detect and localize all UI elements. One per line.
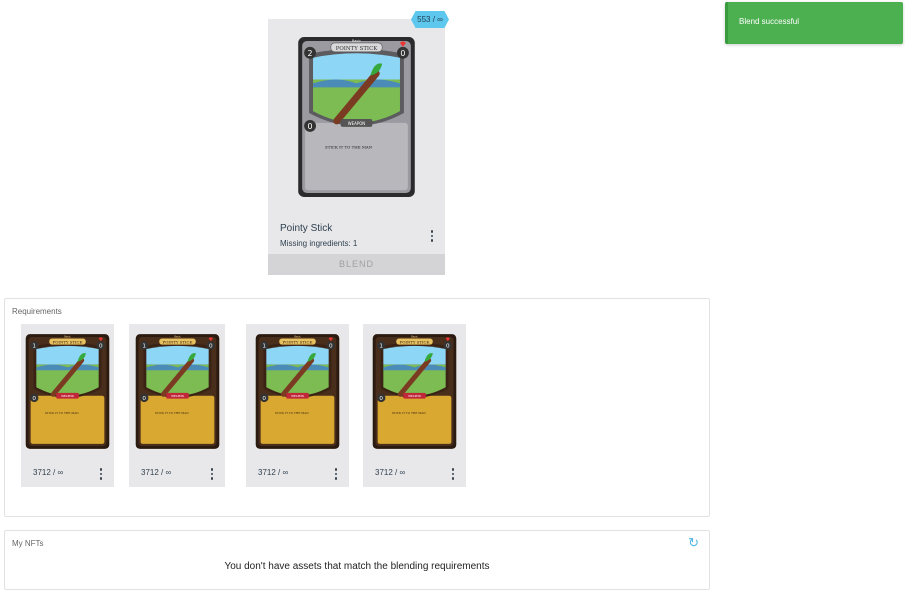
card-name: Pointy Stick — [280, 223, 333, 234]
requirements-panel: Requirements POINTY STICK Basic 1 0 0 WEAPON S… — [4, 298, 710, 517]
requirement-count: 3712 / ∞ — [33, 468, 64, 477]
card-cost-text: 0 — [308, 122, 313, 131]
card-title-text: POINTY STICK — [400, 339, 430, 344]
success-toast[interactable]: Blend successful — [725, 2, 903, 44]
requirement-card[interactable]: POINTY STICK Basic 1 0 0 WEAPON STICK IT TO TH… — [21, 324, 114, 487]
card-rarity-text: Basic — [174, 335, 181, 339]
card-rarity-text: Basic — [64, 335, 71, 339]
card-type-text: WEAPON — [171, 394, 184, 398]
blend-target-card[interactable]: POINTY STICK Basic 2 0 0 WEAPON STICK IT… — [268, 19, 445, 275]
card-health-text: 0 — [329, 344, 333, 350]
card-options-icon[interactable] — [98, 468, 104, 480]
card-artwork: POINTY STICKBasic 1 0 0 WEAPON STICK IT TO TH… — [25, 334, 110, 449]
card-health-text: 0 — [99, 344, 103, 350]
card-type-text: WEAPON — [408, 394, 421, 398]
card-cost-text: 0 — [32, 396, 36, 402]
card-attack-text: 2 — [308, 49, 313, 58]
card-health-text: 0 — [400, 49, 405, 58]
toast-message: Blend successful — [739, 17, 800, 26]
card-type-text: WEAPON — [348, 121, 366, 126]
empty-message: You don't have assets that match the ble… — [224, 561, 490, 572]
requirement-card[interactable]: POINTY STICK Basic 1 0 0 WEAPON STICK IT TO TH… — [129, 324, 225, 487]
card-rarity-text: Basic — [352, 39, 361, 43]
card-rarity-text: Basic — [294, 335, 301, 339]
card-type-text: WEAPON — [61, 394, 74, 398]
card-health-text: 0 — [209, 344, 213, 350]
card-artwork: POINTY STICKBasic 1 0 0 WEAPON STICK IT TO TH… — [372, 334, 457, 449]
card-attack-text: 1 — [142, 344, 146, 350]
card-options-icon[interactable] — [450, 468, 456, 480]
card-rarity-text: Basic — [411, 335, 418, 339]
card-attack-text: 1 — [379, 344, 383, 350]
my-nfts-panel: My NFTs ↻ You don't have assets that mat… — [4, 530, 710, 590]
card-title-text: POINTY STICK — [163, 339, 193, 344]
blend-button[interactable]: BLEND — [268, 254, 445, 275]
requirement-card[interactable]: POINTY STICK Basic 1 0 0 WEAPON STICK IT TO TH… — [363, 324, 466, 487]
card-flavor-text: STICK IT TO THE MAN — [392, 411, 426, 415]
card-flavor-text: STICK IT TO THE MAN — [325, 145, 373, 150]
mint-count-badge: 553 / ∞ — [411, 11, 449, 28]
card-flavor-text: STICK IT TO THE MAN — [155, 411, 189, 415]
card-health-text: 0 — [446, 344, 450, 350]
card-title-text: POINTY STICK — [283, 339, 313, 344]
requirement-count: 3712 / ∞ — [141, 468, 172, 477]
card-title-text: POINTY STICK — [53, 339, 83, 344]
card-options-icon[interactable] — [209, 468, 215, 480]
card-attack-text: 1 — [32, 344, 36, 350]
card-options-icon[interactable] — [429, 230, 435, 242]
card-title-text: POINTY STICK — [336, 46, 379, 52]
card-artwork: POINTY STICK Basic 2 0 0 WEAPON STICK IT… — [298, 36, 415, 198]
card-artwork: POINTY STICKBasic 1 0 0 WEAPON STICK IT TO TH… — [135, 334, 220, 449]
card-cost-text: 0 — [262, 396, 266, 402]
card-cost-text: 0 — [142, 396, 146, 402]
card-type-text: WEAPON — [291, 394, 304, 398]
card-attack-text: 1 — [262, 344, 266, 350]
blend-page: 553 / ∞ POINTY STICK Basic 2 0 0 WEAPON … — [0, 0, 905, 595]
card-artwork: POINTY STICKBasic 1 0 0 WEAPON STICK IT TO TH… — [255, 334, 340, 449]
requirement-card[interactable]: POINTY STICK Basic 1 0 0 WEAPON STICK IT TO TH… — [246, 324, 349, 487]
requirement-count: 3712 / ∞ — [258, 468, 289, 477]
requirements-title: Requirements — [12, 307, 62, 316]
card-flavor-text: STICK IT TO THE MAN — [45, 411, 79, 415]
card-options-icon[interactable] — [333, 468, 339, 480]
refresh-icon[interactable]: ↻ — [688, 535, 699, 551]
card-flavor-text: STICK IT TO THE MAN — [275, 411, 309, 415]
my-nfts-title: My NFTs — [12, 539, 44, 548]
card-cost-text: 0 — [379, 396, 383, 402]
requirement-count: 3712 / ∞ — [375, 468, 406, 477]
missing-ingredients: Missing ingredients: 1 — [280, 239, 358, 248]
